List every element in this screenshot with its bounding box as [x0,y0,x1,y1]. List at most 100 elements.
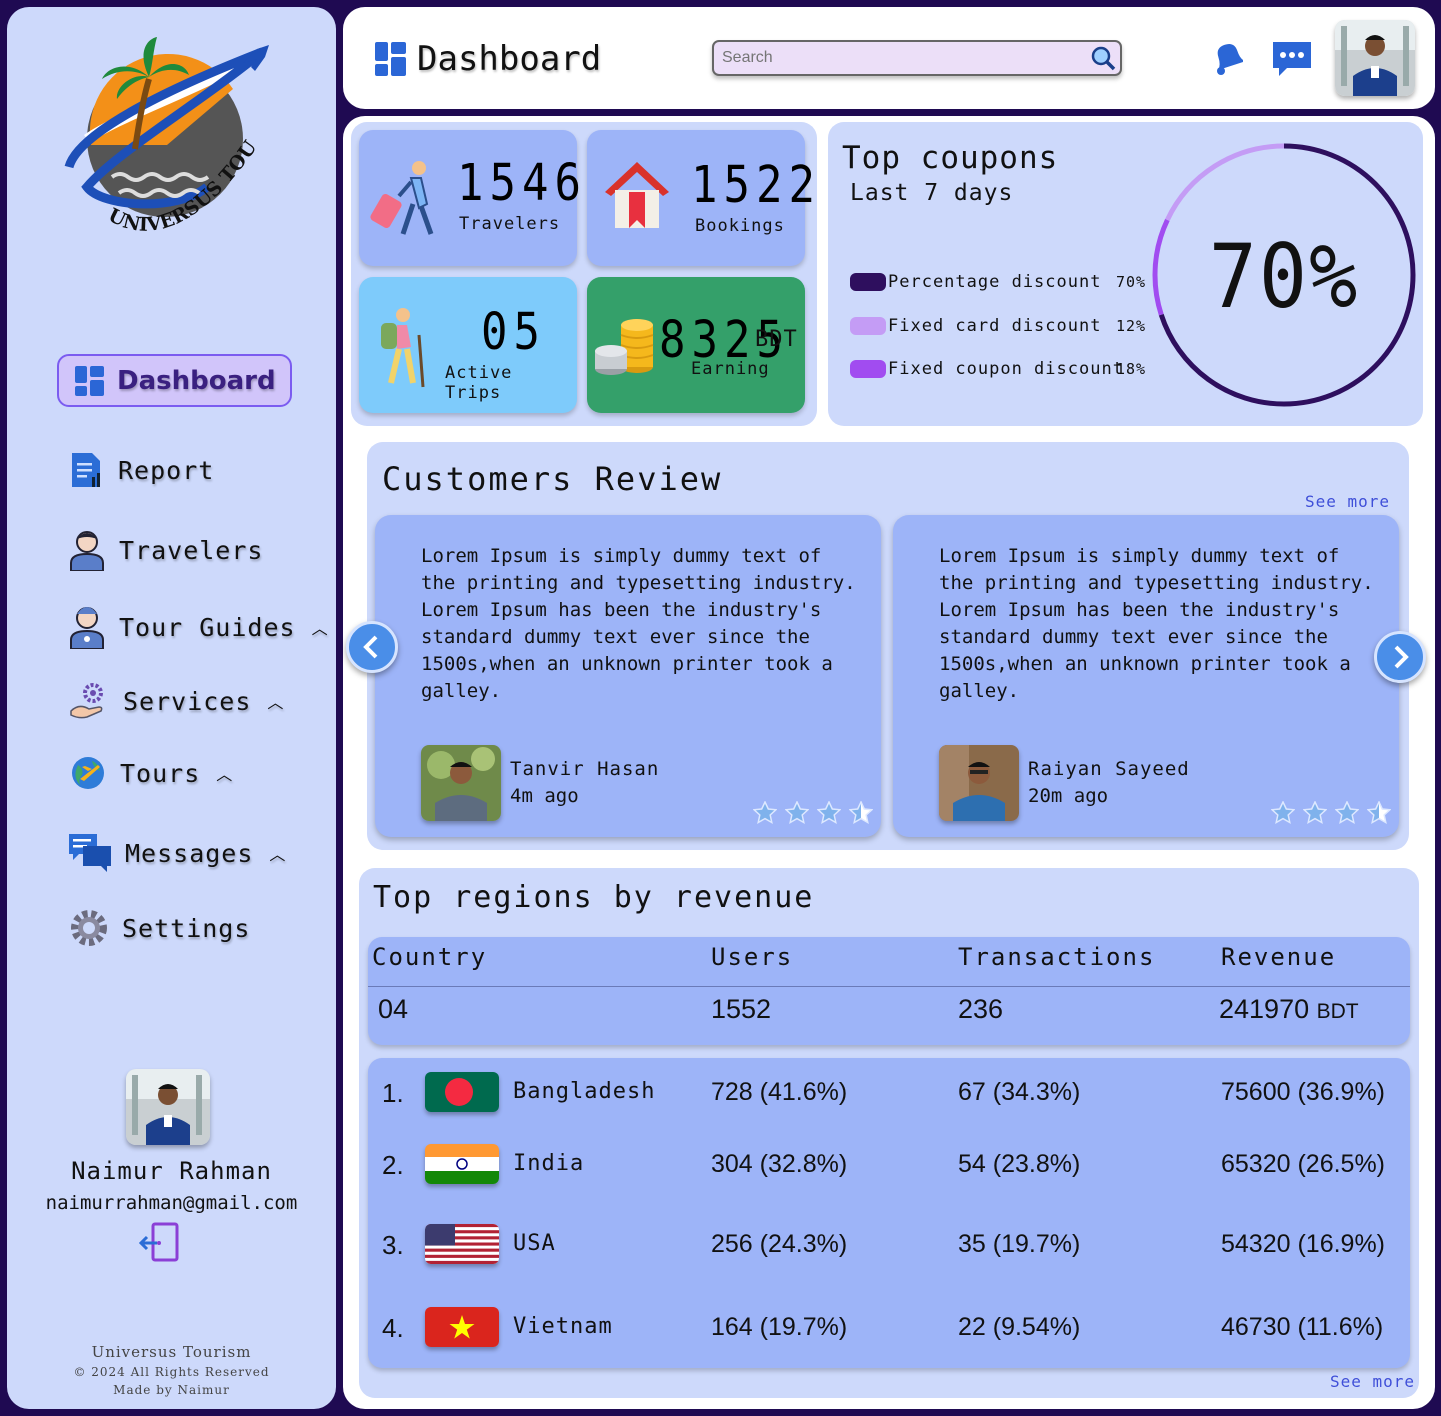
logout-icon[interactable] [139,1221,183,1265]
table-row[interactable]: 3. USA 256 (24.3%) 35 (19.7%) 54320 (16.… [368,1222,1410,1266]
user-icon [70,531,104,571]
star-icon [1335,801,1359,824]
table-row[interactable]: 2. India 304 (32.8%) 54 (23.8%) 65320 (2… [368,1142,1410,1186]
total-revenue: 241970 BDT [1219,994,1359,1025]
divider [368,986,1410,987]
stat-travelers[interactable]: 1546 Travelers [359,130,581,266]
total-revenue-unit: BDT [1316,1000,1359,1023]
row-revenue: 75600 (36.9%) [1221,1078,1386,1106]
row-users: 256 (24.3%) [711,1230,848,1258]
bangladesh-flag-icon [425,1072,499,1112]
top-coupons-panel: Top coupons Last 7 days Percentage disco… [828,122,1423,426]
universus-tourism-logo: UNIVERSUS TOURISM [57,27,269,236]
star-rating [753,801,873,825]
sidebar-item-tours[interactable]: Tours ︿ [70,755,233,791]
user-email: naimurrahman@gmail.com [45,1192,298,1214]
search-input[interactable] [714,42,1120,74]
notification-bell-icon[interactable] [1209,41,1243,75]
header: Dashboard [343,7,1435,109]
sidebar-item-settings[interactable]: Settings [70,909,250,947]
coupon-row: Fixed coupon discount 18% [850,359,1145,379]
sidebar: UNIVERSUS TOURISM Dashboard Report Trave… [7,7,336,1409]
carousel-next-button[interactable] [1374,631,1426,683]
column-header[interactable]: Users [711,943,793,971]
half-star-icon [849,801,873,824]
footer-brand: Universus Tourism [91,1343,252,1361]
search-icon[interactable] [1090,45,1116,71]
carousel-prev-button[interactable] [346,621,398,673]
stat-label: Bookings [695,216,785,236]
reviewer-name: Raiyan Sayeed [1028,758,1190,780]
page-title: Dashboard [375,39,601,79]
avatar[interactable] [1335,20,1415,96]
stat-bookings[interactable]: 1522 Bookings [587,130,815,266]
table-row[interactable]: 1. Bangladesh 728 (41.6%) 67 (34.3%) 756… [368,1070,1410,1114]
coupons-title: Top coupons [842,140,1059,176]
avatar [421,745,501,821]
legend-swatch [850,360,886,378]
chat-icon[interactable] [1271,40,1313,78]
sidebar-item-tour-guides[interactable]: Tour Guides ︿ [69,605,329,649]
review-text: Lorem Ipsum is simply dummy text of the … [421,545,856,702]
traveler-icon [370,161,434,235]
row-users: 164 (19.7%) [711,1313,848,1341]
gear-icon [71,910,107,946]
sidebar-item-services[interactable]: Services ︿ [69,681,284,721]
chevron-up-icon[interactable]: ︿ [269,841,286,865]
chevron-up-icon[interactable]: ︿ [312,615,329,639]
column-header[interactable]: Revenue [1221,943,1336,971]
column-header[interactable]: Transactions [958,943,1155,971]
home-icon [605,162,669,228]
column-header[interactable]: Country [372,943,487,971]
row-revenue: 54320 (16.9%) [1221,1230,1386,1258]
chevron-up-icon[interactable]: ︿ [267,689,284,713]
ring-center-value: 70% [1208,225,1360,328]
table-row[interactable]: 4. Vietnam 164 (19.7%) 22 (9.54%) 46730 … [368,1305,1410,1349]
stat-unit: BDT [755,327,798,352]
row-users: 304 (32.8%) [711,1150,848,1178]
see-more-link[interactable]: See more [1330,1372,1415,1391]
coupon-row: Fixed card discount 12% [850,316,1145,336]
footer-copyright: © 2024 All Rights Reserved [73,1365,270,1379]
coupon-ring-chart: 70% [1151,142,1417,412]
row-rank: 2. [382,1150,404,1180]
row-country: Vietnam [513,1314,613,1339]
coupon-pct: 12% [1116,317,1147,335]
chevron-up-icon[interactable]: ︿ [216,761,233,785]
stat-label: Earning [691,359,770,379]
stat-active-trips[interactable]: 05 Active Trips [359,277,577,413]
half-star-icon [1367,801,1391,824]
tour-guide-icon [70,607,104,649]
sidebar-item-messages[interactable]: Messages ︿ [69,832,286,874]
see-more-link[interactable]: See more [1305,492,1390,511]
coupon-label: Fixed coupon discount [888,359,1124,379]
services-icon [70,683,103,719]
total-users: 1552 [711,994,772,1024]
stat-label: Travelers [459,214,561,234]
regions-table-header: Country Users Transactions Revenue 04 15… [368,937,1410,1045]
review-card: Lorem Ipsum is simply dummy text of the … [375,515,881,837]
main-content: 1546 Travelers 1522 Bookings 05 Active T… [343,116,1435,1409]
coupon-label: Percentage discount [888,272,1102,292]
user-name: Naimur Rahman [71,1157,272,1185]
sidebar-item-label: Report [118,455,215,485]
reviewer-name: Tanvir Hasan [510,758,660,780]
reviews-title: Customers Review [382,460,723,498]
avatar[interactable] [126,1069,210,1145]
search-box [712,40,1122,76]
sidebar-item-report[interactable]: Report [70,451,214,489]
globe-plane-icon [72,757,104,789]
footer-credit: Made by Naimur [113,1383,230,1397]
row-transactions: 35 (19.7%) [958,1230,1081,1258]
stat-value: 05 [481,303,546,362]
legend-swatch [850,273,886,291]
stat-earning[interactable]: 8325 BDT Earning [587,277,805,413]
chevron-left-icon [363,635,378,659]
usa-flag-icon [425,1224,499,1264]
stat-value: 1522 [691,156,821,215]
sidebar-item-travelers[interactable]: Travelers [69,529,263,571]
row-rank: 3. [382,1230,404,1260]
sidebar-item-dashboard[interactable]: Dashboard [57,354,292,407]
row-revenue: 46730 (11.6%) [1221,1313,1384,1341]
footer: Universus Tourism © 2024 All Rights Rese… [7,1343,336,1397]
